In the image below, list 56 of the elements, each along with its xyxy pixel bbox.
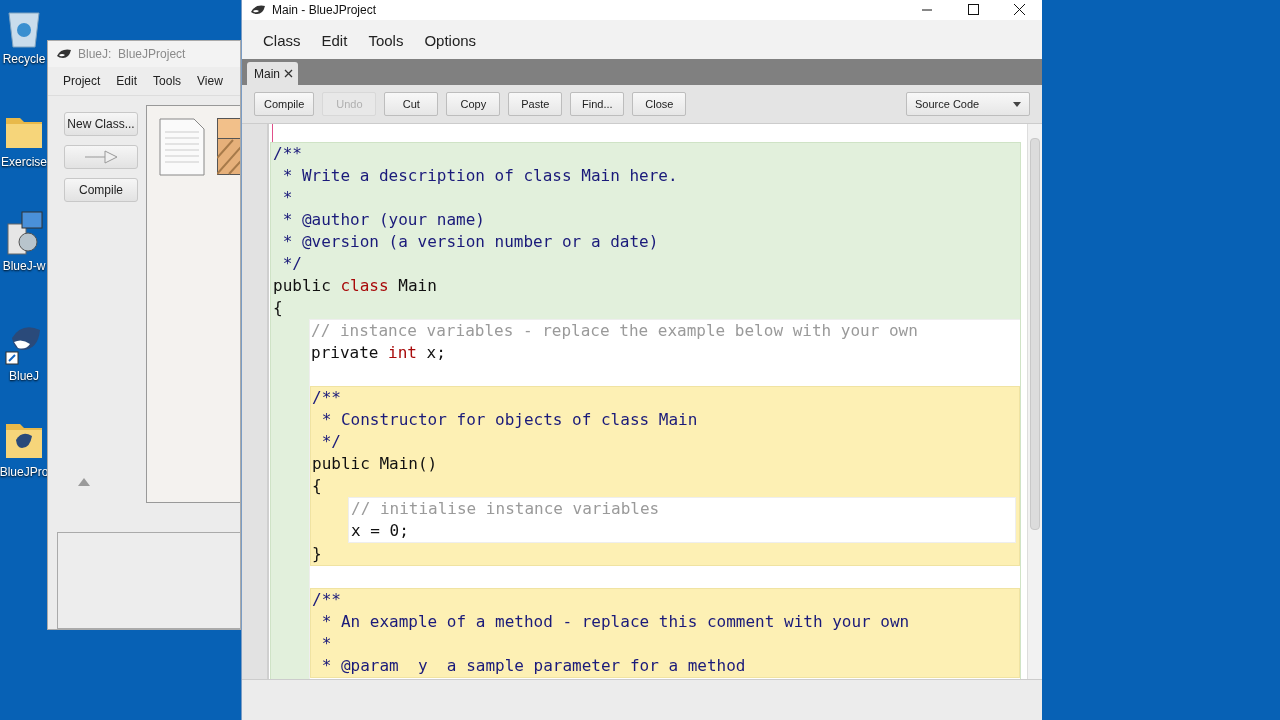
code-line: * Constructor for objects of class Main [320,409,699,431]
installer-icon[interactable] [4,210,44,256]
code-line: * @author (your name) [281,209,486,231]
bird-icon [250,4,266,16]
menu-item[interactable]: Tools [359,32,416,49]
project-button[interactable]: New Class... [64,112,138,136]
code-line: * [281,187,294,209]
code-line: */ [281,253,303,275]
code-line: } [312,543,323,565]
arrow-icon [84,150,118,164]
project-button[interactable]: Compile [64,178,138,202]
toolbar-button[interactable]: Copy [446,92,501,116]
toolbar-button[interactable]: Find... [570,92,625,116]
toolbar-button[interactable]: Compile [254,92,315,116]
view-select[interactable]: Source Code [906,92,1030,116]
caret-icon [1013,101,1021,107]
code-line: private int x; [311,342,447,364]
toolbar-button[interactable]: Paste [508,92,563,116]
code-line: * @version (a version number or a date) [281,231,660,253]
code-line: // initialise instance variables [351,498,661,520]
code-line: */ [320,431,342,453]
bird-icon [56,48,72,60]
toolbar-button[interactable]: Close [632,92,687,116]
menu-item[interactable]: Class [254,32,313,49]
desktop-icon-label: Recycle [2,52,46,66]
menu-item[interactable]: Options [415,32,489,49]
code-line: { [312,475,323,497]
desktop-icon-label: Exercise [1,155,47,169]
window-title: BlueJ: BlueJProject [78,47,186,61]
menu-item[interactable]: Edit [312,32,360,49]
scrollbar-thumb[interactable] [1030,138,1040,530]
code-line: /** [273,143,303,165]
menu-item[interactable]: Edit [108,74,146,88]
code-line: // instance variables - replace the example below with your own [311,320,919,342]
toolbar-button[interactable]: Cut [384,92,439,116]
menu-item[interactable]: View [189,74,231,88]
menu-item[interactable]: Tools [145,74,190,88]
menu-item[interactable]: Project [55,74,109,88]
desktop-icon-label: BlueJPro [0,465,49,479]
triangle-icon[interactable] [78,478,90,486]
close-icon[interactable] [284,69,293,78]
text-cursor [272,124,273,142]
code-line: * [320,633,333,655]
window-title: Main - BlueJProject [272,3,377,17]
code-line: public class Main [273,275,438,297]
code-line: * @param y a sample parameter for a method [320,655,747,677]
editor-tab[interactable]: Main [247,62,298,85]
desktop-icon-label: BlueJ-w [2,259,46,273]
code-line: public Main() [312,453,439,475]
code-line: * An example of a method - replace this comment with your own [320,611,911,633]
code-line: /** [312,589,342,611]
code-line: * Write a description of class Main here. [281,165,679,187]
code-line: { [273,297,284,319]
code-line: /** [312,387,342,409]
code-line: x = 0; [351,520,410,542]
desktop-icon-label: BlueJ [9,369,39,383]
